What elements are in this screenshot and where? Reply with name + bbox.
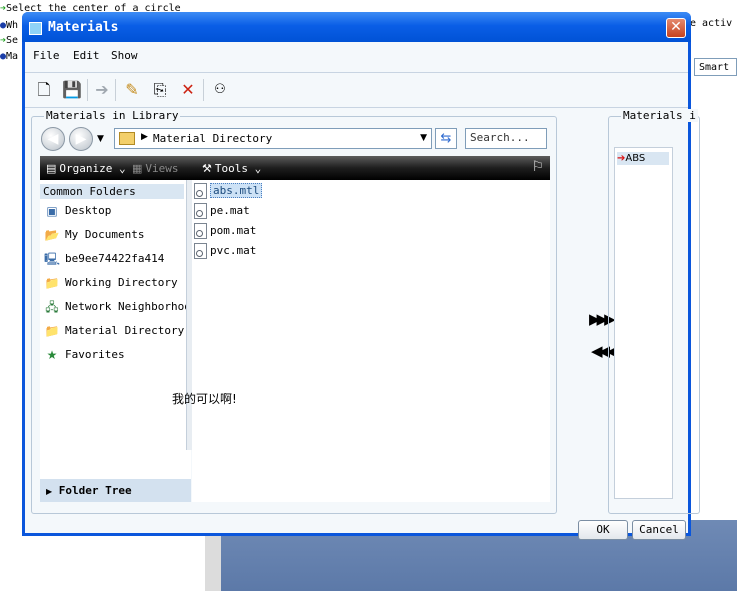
material-file-icon [194,223,207,239]
organize-icon: ▤ [46,162,57,175]
overlay-text: 我的可以啊! [172,392,237,406]
file-item[interactable]: pvc.mat [194,242,256,260]
help-icon[interactable]: ⚐ [531,159,544,175]
message-line: ●Wh [0,20,19,31]
background-status-text: e activ [690,18,733,29]
material-file-icon [194,203,207,219]
folder-icon: 📁 [44,276,60,290]
model-group-label: Materials i [621,109,698,122]
favorites-icon: ★ [46,348,58,362]
address-path: Material Directory [153,132,273,145]
menu-file[interactable]: File [33,49,60,62]
edit-pencil-icon[interactable]: ✎ [121,79,143,101]
arrow-right-icon[interactable]: ➔ [91,79,113,101]
chevron-down-icon[interactable]: ▼ [420,133,427,143]
smart-filter-field[interactable]: Smart [694,58,737,76]
views-button[interactable]: ▦ Views [132,162,179,175]
toolbar-separator [115,79,116,101]
navigation-pane: Common Folders ▣ Desktop 📂 My Documents 🖳 b… [40,180,197,502]
message-line: ➔Se [0,35,19,46]
file-item[interactable]: pom.mat [194,222,256,240]
nav-computer[interactable]: 🖳 be9ee74422fa414 [44,250,164,268]
chevron-down-icon: ⌄ [254,162,262,175]
organize-button[interactable]: ▤ Organize ⌄ [46,162,126,175]
material-file-icon [194,183,207,199]
search-input[interactable]: Search... [465,128,547,149]
back-icon[interactable]: ◀ [41,127,65,151]
delete-icon[interactable]: ✕ [177,79,199,101]
chevron-down-icon: ⌄ [119,162,126,175]
address-bar[interactable]: ▶ Material Directory ▼ [114,128,432,149]
list-item[interactable]: ➔ABS [617,152,669,165]
tools-button[interactable]: ⚒ Tools ⌄ [202,162,261,175]
tools-icon: ⚒ [202,162,212,175]
library-group-label: Materials in Library [44,109,181,122]
toolbar: 🗋 💾 ➔ ✎ ⎘ ✕ ⚇ [25,72,688,108]
nav-favorites[interactable]: ★ Favorites [44,346,125,364]
save-icon[interactable]: 💾 [61,79,83,101]
title-bar[interactable]: Materials ✕ [22,12,691,42]
folder-icon: 📁 [44,324,60,338]
history-dropdown-icon[interactable]: ▼ [97,134,104,144]
nav-my-documents[interactable]: 📂 My Documents [44,226,145,244]
window-icon [29,22,42,35]
message-line: ●Ma [0,51,19,62]
command-bar: ▤ Organize ⌄ ▦ Views ⚒ Tools ⌄ ⚐ [40,156,550,180]
material-file-icon [194,243,207,259]
file-item[interactable]: abs.mtl [194,182,263,200]
documents-icon: 📂 [44,228,60,242]
menu-show[interactable]: Show [111,49,138,62]
menu-edit[interactable]: Edit [73,49,100,62]
cancel-button[interactable]: Cancel [632,520,686,540]
nav-network-neighborhood[interactable]: 🖧 Network Neighborhood [44,298,197,316]
materials-dialog: Materials ✕ File Edit Show 🗋 💾 ➔ ✎ ⎘ ✕ ⚇… [22,12,700,540]
file-list: abs.mtl pe.mat pom.mat pvc.mat [192,180,550,502]
network-icon: 🖧 [45,300,59,314]
chevron-right-icon[interactable]: ▶ [141,132,148,142]
glasses-icon[interactable]: ⚇ [207,79,233,101]
desktop-icon: ▣ [46,204,58,218]
new-file-icon[interactable]: 🗋 [33,79,55,101]
chevron-right-icon: ▶ [46,487,53,496]
common-folders-header: Common Folders [40,184,184,199]
computer-icon: 🖳 [44,252,61,266]
refresh-icon[interactable]: ⇆ [435,128,457,149]
nav-material-directory[interactable]: 📁 Material Directory [44,322,185,340]
dialog-title: Materials [48,20,119,35]
toolbar-separator [203,79,204,101]
ok-button[interactable]: OK [578,520,628,540]
library-group: Materials in Library ◀ ▶ ▼ ▶ Material Di… [31,109,557,514]
close-button[interactable]: ✕ [666,18,686,38]
forward-icon[interactable]: ▶ [69,127,93,151]
menu-bar: File Edit Show [25,42,688,66]
folder-tree-toggle[interactable]: ▶ Folder Tree [40,479,191,502]
file-item[interactable]: pe.mat [194,202,250,220]
nav-working-directory[interactable]: 📁 Working Directory [44,274,178,292]
dialog-body: File Edit Show 🗋 💾 ➔ ✎ ⎘ ✕ ⚇ Materials i… [25,42,700,540]
nav-desktop[interactable]: ▣ Desktop [44,202,111,220]
model-materials-list: ➔ABS [614,147,673,499]
model-materials-group: Materials i ➔ABS [608,109,700,514]
views-icon: ▦ [132,162,143,175]
copy-icon[interactable]: ⎘ [149,79,171,101]
folder-icon [119,132,135,145]
toolbar-separator [87,79,88,101]
